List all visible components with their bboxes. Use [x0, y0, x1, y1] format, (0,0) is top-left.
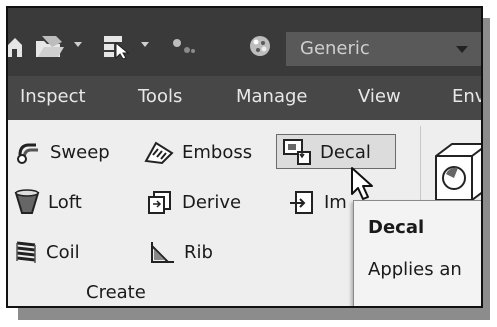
tab-view[interactable]: View [358, 86, 401, 107]
sweep-button[interactable]: Sweep [16, 136, 110, 168]
quick-access-toolbar: Generic [8, 8, 481, 76]
chevron-down-icon [456, 46, 468, 53]
open-icon[interactable] [34, 33, 64, 59]
loft-button[interactable]: Loft [14, 186, 82, 218]
select-icon[interactable] [102, 33, 136, 59]
coil-icon [16, 241, 36, 263]
tab-inspect[interactable]: Inspect [20, 86, 86, 107]
tooltip-description: Applies an [368, 259, 462, 280]
open-dropdown-arrow[interactable] [74, 42, 82, 47]
loft-label: Loft [48, 191, 82, 213]
import-button[interactable]: Im [288, 186, 347, 218]
rib-icon [151, 242, 174, 263]
appearance-dropdown[interactable]: Generic [286, 32, 481, 66]
tab-manage[interactable]: Manage [236, 86, 308, 107]
sweep-icon [17, 143, 38, 164]
sweep-label: Sweep [50, 141, 110, 163]
decal-icon [283, 139, 311, 165]
tab-environments[interactable]: Env [452, 86, 481, 107]
mouse-cursor-icon [350, 166, 376, 206]
tooltip-title: Decal [368, 217, 425, 238]
derive-icon [148, 191, 171, 214]
derive-label: Derive [182, 191, 242, 213]
application-window: Generic Inspect Tools Manage View Env Sw… [6, 6, 483, 308]
rib-label: Rib [184, 241, 213, 263]
decal-label: Decal [320, 141, 371, 163]
material-ball-icon[interactable] [248, 33, 272, 59]
appearance-icon[interactable] [166, 33, 200, 59]
tooltip: Decal Applies an [353, 200, 481, 306]
loft-icon [14, 189, 40, 214]
appearance-value: Generic [300, 38, 370, 59]
select-dropdown-arrow[interactable] [141, 42, 149, 47]
tab-tools[interactable]: Tools [138, 86, 182, 107]
ribbon-tabs: Inspect Tools Manage View Env [8, 76, 481, 120]
emboss-label: Emboss [182, 141, 253, 163]
derive-button[interactable]: Derive [146, 186, 241, 218]
emboss-icon [144, 141, 174, 165]
import-label: Im [324, 191, 347, 213]
create-group-label: Create [86, 282, 146, 303]
coil-button[interactable]: Coil [14, 236, 80, 268]
import-icon [290, 191, 313, 214]
viewcube-icon[interactable] [430, 140, 481, 206]
decal-button[interactable]: Decal [282, 136, 371, 168]
home-icon[interactable] [8, 33, 22, 59]
coil-label: Coil [46, 241, 80, 263]
rib-button[interactable]: Rib [148, 236, 213, 268]
emboss-button[interactable]: Emboss [144, 136, 252, 168]
